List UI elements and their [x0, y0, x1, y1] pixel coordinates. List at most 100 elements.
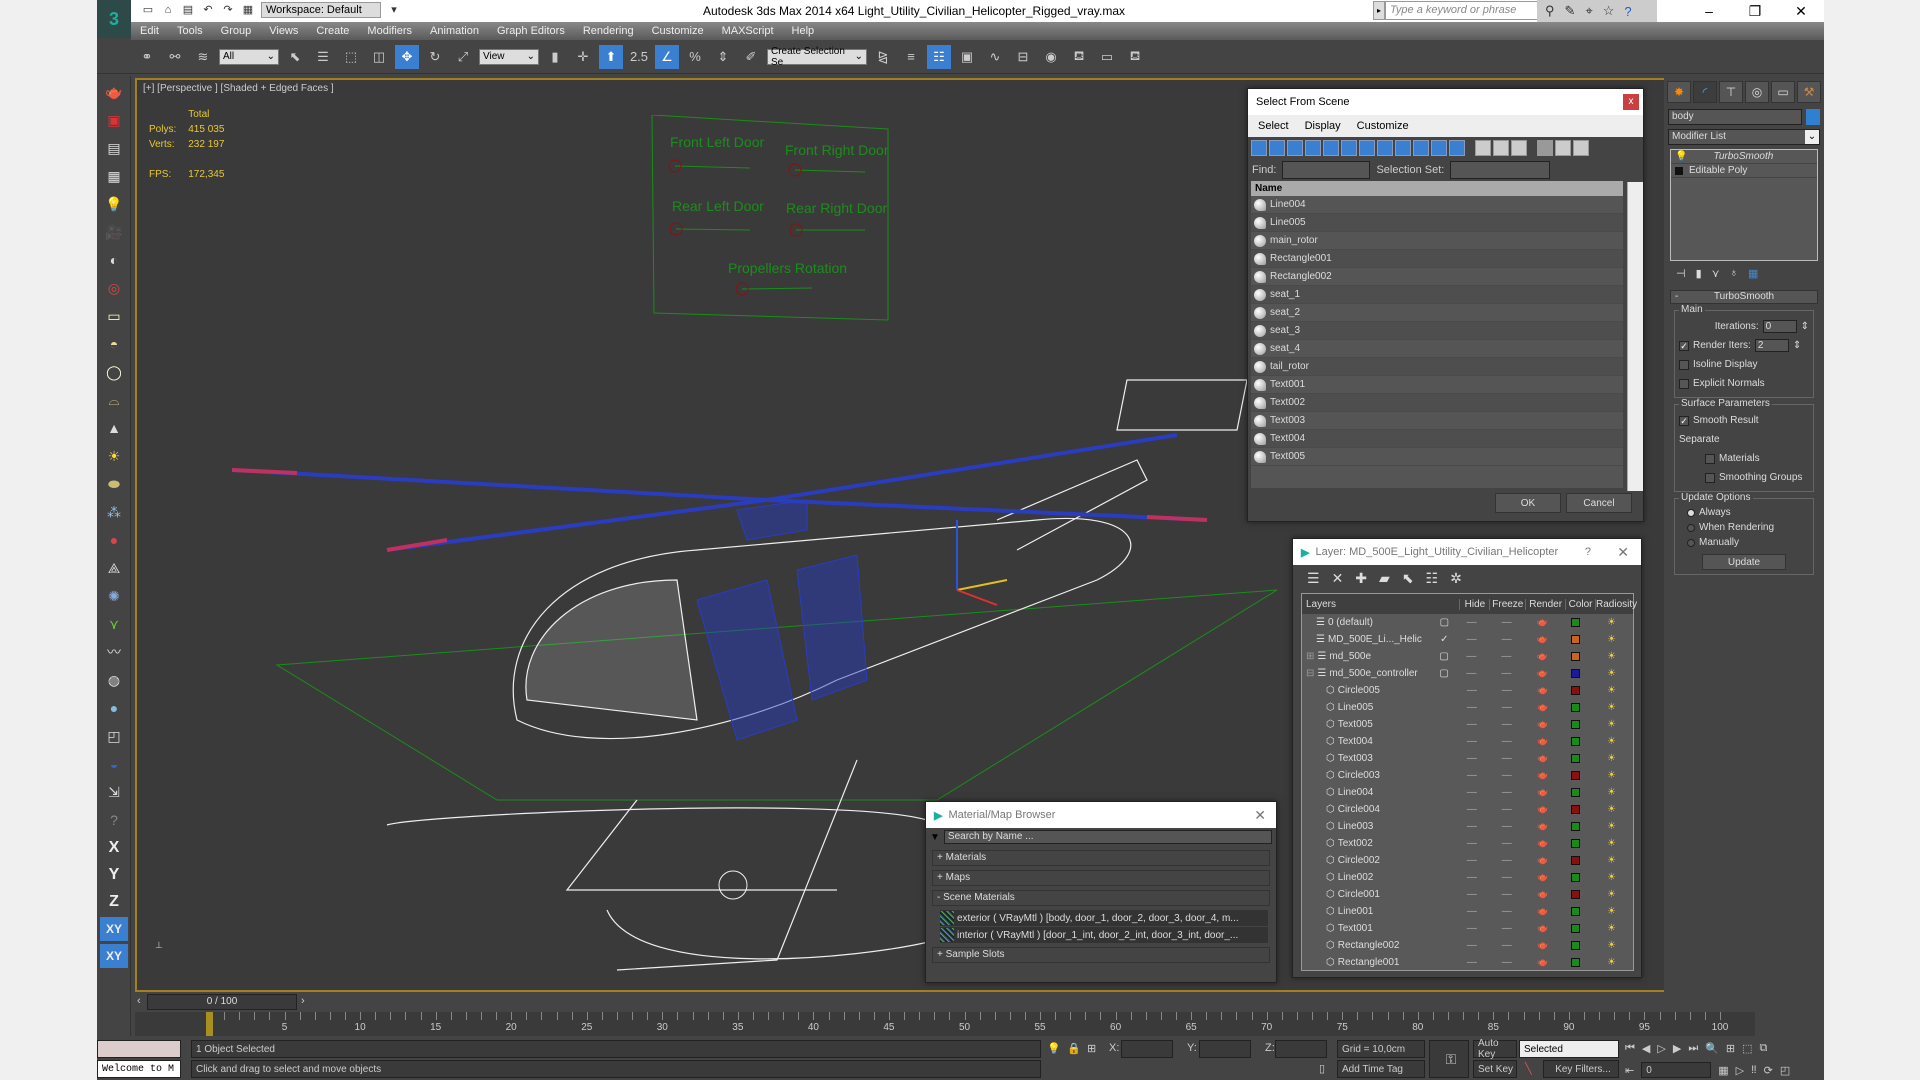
hide-toggle[interactable]: — [1454, 872, 1489, 883]
color-cell[interactable] [1561, 958, 1590, 967]
spinner-arrows-icon[interactable]: ⇕ [1801, 321, 1809, 332]
walk-through-icon[interactable]: ‼ [1751, 1064, 1757, 1076]
hair-fur-icon[interactable]: 〰 [100, 640, 128, 664]
goto-start-icon[interactable]: ⏮ [1625, 1042, 1635, 1055]
mirror-icon[interactable]: ⧎ [871, 45, 895, 69]
radiosity-icon[interactable]: ☀ [1590, 668, 1633, 679]
hide-toggle[interactable]: — [1454, 770, 1489, 781]
next-frame-arrow[interactable]: › [301, 995, 305, 1007]
select-none-icon[interactable] [1493, 140, 1509, 156]
freeze-toggle[interactable]: — [1490, 872, 1524, 883]
restore-button[interactable]: ❐ [1732, 0, 1778, 22]
edit-named-selection-icon[interactable]: ✐ [739, 45, 763, 69]
film-camera-icon[interactable]: ◎ [100, 276, 128, 300]
render-teapot-icon[interactable]: 🫖 [1524, 855, 1561, 866]
render-teapot-icon[interactable]: 🫖 [1524, 940, 1561, 951]
axis-x-button[interactable]: X [100, 836, 128, 860]
object-list-item[interactable]: Text004 [1251, 430, 1623, 448]
hide-toggle[interactable]: — [1454, 787, 1489, 798]
radiosity-icon[interactable]: ☀ [1590, 617, 1633, 628]
rendered-frame-window-icon[interactable]: ▭ [1095, 45, 1119, 69]
freeze-toggle[interactable]: — [1490, 753, 1524, 764]
layer-color-swatch[interactable] [1571, 737, 1581, 746]
menu-tools[interactable]: Tools [168, 25, 212, 37]
layer-object-row[interactable]: ⬡ Text001— — 🫖 ☀ [1302, 920, 1633, 937]
track-bar[interactable]: 0510152025303540455055606570758085909510… [135, 1012, 1755, 1036]
cancel-button[interactable]: Cancel [1566, 493, 1632, 513]
sfs-menu-customize[interactable]: Customize [1357, 120, 1409, 132]
render-teapot-icon[interactable]: 🫖 [1524, 957, 1561, 968]
radiosity-icon[interactable]: ☀ [1590, 787, 1633, 798]
object-list-item[interactable]: Rectangle002 [1251, 268, 1623, 286]
fov-icon[interactable]: ▷ [1736, 1064, 1744, 1077]
col-render[interactable]: Render [1525, 598, 1565, 610]
render-setup-icon[interactable]: ⛾ [1067, 45, 1091, 69]
iterations-spinner[interactable]: 0 [1762, 320, 1797, 333]
layer-color-swatch[interactable] [1571, 618, 1581, 627]
layer-color-swatch[interactable] [1571, 822, 1581, 831]
scale-icon[interactable]: ⤢ [451, 45, 475, 69]
close-button[interactable]: ✕ [1778, 0, 1824, 22]
object-list-item[interactable]: Line004 [1251, 196, 1623, 214]
layer-color-swatch[interactable] [1571, 720, 1581, 729]
maximize-viewport-icon[interactable]: ◰ [1780, 1064, 1790, 1077]
render-teapot-icon[interactable]: 🫖 [1524, 617, 1561, 628]
camera-icon[interactable]: 🎥 [100, 220, 128, 244]
freeze-toggle[interactable]: — [1489, 617, 1523, 628]
layer-color-swatch[interactable] [1571, 924, 1581, 933]
axis-xy-snap-button[interactable]: XY [100, 944, 128, 968]
create-tab-icon[interactable]: ✸ [1667, 81, 1691, 103]
layer-color-swatch[interactable] [1571, 941, 1581, 950]
radiosity-icon[interactable]: ☀ [1590, 736, 1633, 747]
mb-close-button[interactable]: ✕ [1254, 807, 1266, 824]
basket-icon[interactable]: ⌓ [100, 388, 128, 412]
hide-toggle[interactable]: — [1454, 617, 1489, 628]
zoom-extents-all-icon[interactable]: ⧉ [1760, 1042, 1768, 1055]
sun-icon[interactable]: ☀ [100, 444, 128, 468]
minimize-button[interactable]: – [1686, 0, 1732, 22]
axis-y-button[interactable]: Y [100, 863, 128, 887]
color-cell[interactable] [1561, 890, 1590, 899]
stack-item-turbosmooth[interactable]: 💡 TurboSmooth [1671, 150, 1817, 164]
layer-color-swatch[interactable] [1571, 890, 1581, 899]
layer-color-swatch[interactable] [1571, 754, 1581, 763]
move-icon[interactable]: ✥ [395, 44, 419, 69]
layer-object-row[interactable]: ⬡ Circle004— — 🫖 ☀ [1302, 801, 1633, 818]
layer-row[interactable]: ☰ 0 (default) ▢ — — 🫖 ☀ [1302, 614, 1633, 631]
layer-row[interactable]: ⊞ ☰ md_500e ▢ — — 🫖 ☀ [1302, 648, 1633, 665]
selection-filter-dropdown[interactable]: All ⌄ [219, 48, 279, 65]
panel-grid-icon[interactable]: ▦ [100, 164, 128, 188]
col-color[interactable]: Color [1565, 598, 1595, 610]
grass-icon[interactable]: ⋎ [100, 612, 128, 636]
layer-object-row[interactable]: ⬡ Circle002— — 🫖 ☀ [1302, 852, 1633, 869]
current-frame-input[interactable]: 0 [1641, 1062, 1712, 1078]
radiosity-icon[interactable]: ☀ [1590, 872, 1633, 883]
menu-maxscript[interactable]: MAXScript [713, 25, 783, 37]
freeze-toggle[interactable]: — [1490, 685, 1524, 696]
menu-rendering[interactable]: Rendering [574, 25, 643, 37]
goto-end-icon[interactable]: ⏭ [1688, 1042, 1698, 1055]
spinner-snap-icon[interactable]: ⇕ [711, 45, 735, 69]
layer-object-row[interactable]: ⬡ Circle005— — 🫖 ☀ [1302, 682, 1633, 699]
z-coord-input[interactable] [1275, 1040, 1327, 1058]
filter-options-icon[interactable] [1555, 140, 1571, 156]
always-radio[interactable] [1687, 508, 1695, 517]
filter-cameras-icon[interactable] [1305, 140, 1321, 156]
filter-spacewarps-icon[interactable] [1341, 140, 1357, 156]
zoom-extents-icon[interactable]: ⬚ [1742, 1042, 1752, 1055]
x-coord-input[interactable] [1121, 1040, 1173, 1058]
hide-toggle[interactable]: — [1454, 702, 1489, 713]
pin-stack-icon[interactable]: ⊣ [1676, 267, 1686, 280]
ok-button[interactable]: OK [1495, 493, 1561, 513]
render-teapot-icon[interactable]: 🫖 [1524, 634, 1561, 645]
color-cell[interactable] [1561, 703, 1590, 712]
rect-selection-icon[interactable]: ⬚ [339, 45, 363, 69]
color-cell[interactable] [1561, 941, 1590, 950]
binoculars-icon[interactable]: ⚲ [1545, 3, 1555, 19]
mb-section-materials[interactable]: + Materials [932, 850, 1270, 866]
percent-snap-icon[interactable]: % [683, 45, 707, 69]
mb-options-icon[interactable]: ▼ [930, 832, 940, 843]
hide-toggle[interactable]: — [1454, 838, 1489, 849]
col-freeze[interactable]: Freeze [1489, 598, 1525, 610]
object-list-item[interactable]: Rectangle001 [1251, 250, 1623, 268]
